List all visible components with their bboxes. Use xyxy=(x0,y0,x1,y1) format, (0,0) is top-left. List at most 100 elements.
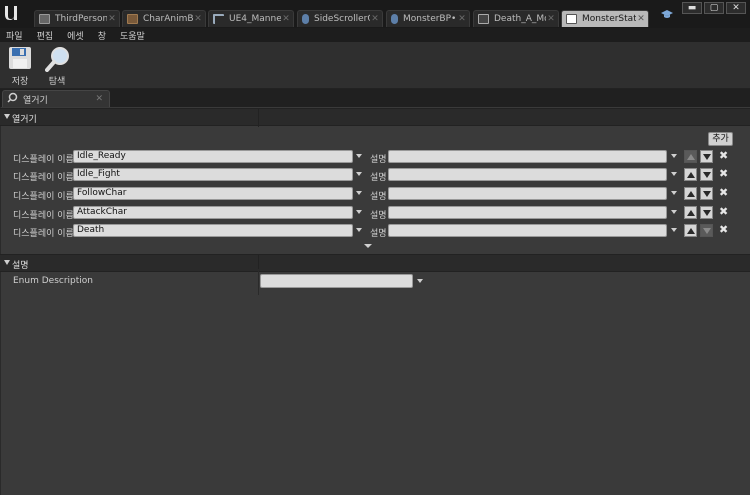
display-name-input[interactable]: FollowChar xyxy=(73,187,353,200)
menu-window[interactable]: 창 xyxy=(98,29,106,42)
description-input[interactable] xyxy=(388,150,667,163)
move-down-button[interactable] xyxy=(700,150,713,163)
close-icon[interactable]: ✕ xyxy=(107,14,117,24)
dropdown-caret-icon[interactable] xyxy=(671,172,677,176)
tab-label: MonsterState xyxy=(582,14,636,24)
move-down-button[interactable] xyxy=(700,187,713,200)
dropdown-caret-icon[interactable] xyxy=(356,172,362,176)
move-up-button[interactable] xyxy=(684,187,697,200)
delete-icon[interactable]: ✖ xyxy=(719,149,728,162)
dropdown-caret-icon[interactable] xyxy=(356,228,362,232)
display-name-label: 디스플레이 이름 xyxy=(13,173,74,183)
enum-description-input[interactable] xyxy=(260,274,413,288)
blueprint-character-icon xyxy=(391,14,398,24)
toolbar: 저장 탐색 xyxy=(0,42,750,89)
move-up-button[interactable] xyxy=(684,150,697,163)
tab-label: SideScrollerC xyxy=(314,14,370,24)
description-label: 설명 xyxy=(370,192,387,202)
delete-icon[interactable]: ✖ xyxy=(719,223,728,236)
anim-bp-icon xyxy=(127,14,138,24)
arrow-up-icon xyxy=(687,210,695,216)
dropdown-caret-icon[interactable] xyxy=(356,210,362,214)
add-enumerator-button[interactable]: 추가 xyxy=(708,132,733,146)
description-input[interactable] xyxy=(388,168,667,181)
display-name-input[interactable]: AttackChar xyxy=(73,206,353,219)
dropdown-caret-icon[interactable] xyxy=(356,191,362,195)
tab-label: CharAnimBP xyxy=(143,14,193,24)
description-label: 설명 xyxy=(370,173,387,183)
close-icon[interactable]: ✕ xyxy=(636,14,646,24)
dropdown-caret-icon[interactable] xyxy=(671,210,677,214)
close-icon[interactable]: ✕ xyxy=(281,14,291,24)
tab-enumerators[interactable]: 열거기 ✕ xyxy=(2,90,110,107)
dropdown-caret-icon[interactable] xyxy=(417,279,423,283)
dropdown-caret-icon[interactable] xyxy=(671,228,677,232)
menu-edit[interactable]: 편집 xyxy=(37,29,54,42)
close-window-button[interactable]: ✕ xyxy=(726,2,746,14)
display-name-input[interactable]: Death xyxy=(73,224,353,237)
dropdown-caret-icon[interactable] xyxy=(671,191,677,195)
dropdown-caret-icon[interactable] xyxy=(356,154,362,158)
display-name-label: 디스플레이 이름 xyxy=(13,211,74,221)
details-magnifier-icon xyxy=(7,92,18,106)
collapse-arrow-icon[interactable] xyxy=(4,114,10,119)
enum-row: 디스플레이 이름 FollowChar 설명 ✖ xyxy=(0,186,750,202)
tab-charanimbp[interactable]: CharAnimBP ✕ xyxy=(122,10,206,27)
section-title: 열거기 xyxy=(12,115,37,125)
move-up-button[interactable] xyxy=(684,206,697,219)
move-down-button[interactable] xyxy=(700,168,713,181)
move-down-button[interactable] xyxy=(700,206,713,219)
tab-label: ThirdPersonJ xyxy=(55,14,107,24)
minimize-button[interactable]: ▬ xyxy=(682,2,702,14)
tab-monsterbp[interactable]: MonsterBP• ✕ xyxy=(386,10,470,27)
mortarboard-help-icon[interactable] xyxy=(661,9,673,20)
close-icon[interactable]: ✕ xyxy=(457,14,467,24)
arrow-down-icon xyxy=(703,210,711,216)
save-button[interactable]: 저장 xyxy=(4,46,36,87)
unreal-logo-icon[interactable] xyxy=(3,4,18,22)
close-icon[interactable]: ✕ xyxy=(193,14,203,24)
display-name-input[interactable]: Idle_Ready xyxy=(73,150,353,163)
tab-death-a-mor[interactable]: Death_A_Mor ✕ xyxy=(473,10,559,27)
browse-button[interactable]: 탐색 xyxy=(41,46,73,87)
description-section-header[interactable]: 설명 xyxy=(0,254,750,273)
title-bar: ThirdPersonJ ✕ CharAnimBP ✕ UE4_Manneq ✕… xyxy=(0,0,750,28)
move-up-button[interactable] xyxy=(684,168,697,181)
arrow-down-icon xyxy=(703,154,711,160)
maximize-button[interactable]: ▢ xyxy=(704,2,724,14)
arrow-down-icon xyxy=(703,228,711,234)
tab-monsterstate[interactable]: MonsterState ✕ xyxy=(561,10,649,27)
description-input[interactable] xyxy=(388,187,667,200)
description-input[interactable] xyxy=(388,206,667,219)
close-icon[interactable]: ✕ xyxy=(95,94,103,104)
expand-arrow-icon[interactable] xyxy=(364,244,372,248)
menu-file[interactable]: 파일 xyxy=(6,29,23,42)
dropdown-caret-icon[interactable] xyxy=(671,154,677,158)
save-icon xyxy=(8,46,32,72)
tab-label: UE4_Manneq xyxy=(229,14,281,24)
display-name-label: 디스플레이 이름 xyxy=(13,155,74,165)
tab-ue4-manneq[interactable]: UE4_Manneq ✕ xyxy=(208,10,294,27)
arrow-down-icon xyxy=(703,191,711,197)
enum-icon xyxy=(566,14,577,24)
section-title: 설명 xyxy=(12,261,29,271)
close-icon[interactable]: ✕ xyxy=(546,14,556,24)
display-name-input[interactable]: Idle_Fight xyxy=(73,168,353,181)
arrow-down-icon xyxy=(703,172,711,178)
menu-help[interactable]: 도움말 xyxy=(120,29,145,42)
tab-sidescrollerc[interactable]: SideScrollerC ✕ xyxy=(297,10,383,27)
details-panel xyxy=(0,107,750,495)
close-icon[interactable]: ✕ xyxy=(370,14,380,24)
delete-icon[interactable]: ✖ xyxy=(719,186,728,199)
collapse-arrow-icon[interactable] xyxy=(4,260,10,265)
tab-thirdpersonj[interactable]: ThirdPersonJ ✕ xyxy=(34,10,120,27)
enumerators-section-header[interactable]: 열거기 xyxy=(0,108,750,127)
description-input[interactable] xyxy=(388,224,667,237)
delete-icon[interactable]: ✖ xyxy=(719,205,728,218)
move-up-button[interactable] xyxy=(684,224,697,237)
delete-icon[interactable]: ✖ xyxy=(719,167,728,180)
window-controls: ▬ ▢ ✕ xyxy=(682,2,746,14)
move-down-button[interactable] xyxy=(700,224,713,237)
menu-asset[interactable]: 에셋 xyxy=(67,29,84,42)
save-label: 저장 xyxy=(11,77,29,87)
